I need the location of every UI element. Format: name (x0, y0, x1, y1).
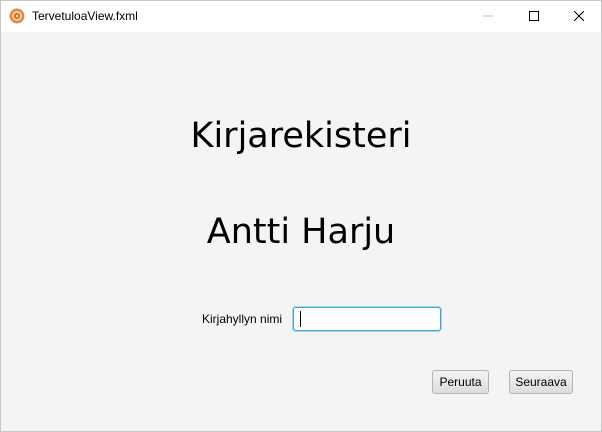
cancel-button[interactable]: Peruuta (432, 370, 489, 394)
app-heading: Kirjarekisteri (190, 116, 412, 156)
maximize-button[interactable] (511, 1, 557, 32)
minimize-icon (483, 8, 493, 26)
minimize-button[interactable] (465, 1, 511, 32)
app-icon (9, 8, 25, 24)
next-button[interactable]: Seuraava (509, 370, 573, 394)
close-icon (573, 8, 585, 26)
title-bar[interactable]: TervetuloaView.fxml (1, 1, 601, 32)
app-window: TervetuloaView.fxml Kirjarekisteri Antti… (0, 0, 602, 432)
author-name: Antti Harju (206, 212, 396, 252)
maximize-icon (529, 8, 539, 26)
bookshelf-name-label: Kirjahyllyn nimi (202, 312, 283, 326)
window-title: TervetuloaView.fxml (32, 9, 138, 23)
bookshelf-name-input[interactable] (293, 307, 441, 331)
close-button[interactable] (556, 1, 602, 32)
text-caret (300, 311, 301, 327)
content-area: Kirjarekisteri Antti Harju Kirjahyllyn n… (1, 32, 601, 431)
